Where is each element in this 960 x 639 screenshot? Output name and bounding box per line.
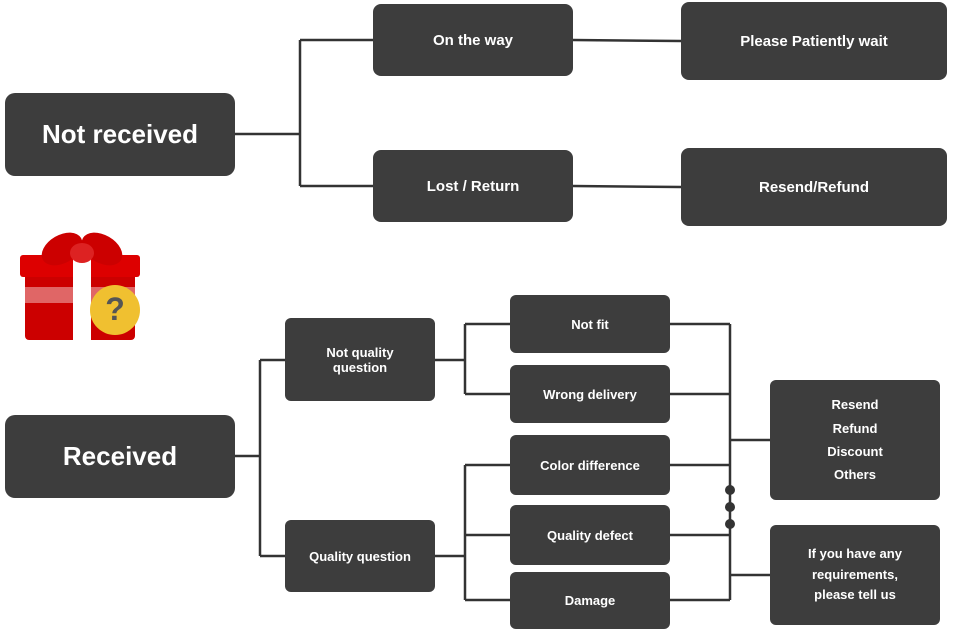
lost-return-box: Lost / Return xyxy=(373,150,573,222)
quality-defect-box: Quality defect xyxy=(510,505,670,565)
not-quality-question-box: Not quality question xyxy=(285,318,435,401)
svg-text:?: ? xyxy=(105,291,125,327)
resend-options-box: Resend Refund Discount Others xyxy=(770,380,940,500)
please-wait-box: Please Patiently wait xyxy=(681,2,947,80)
received-box: Received xyxy=(5,415,235,498)
color-difference-box: Color difference xyxy=(510,435,670,495)
wrong-delivery-box: Wrong delivery xyxy=(510,365,670,423)
on-the-way-box: On the way xyxy=(373,4,573,76)
not-received-box: Not received xyxy=(5,93,235,176)
diagram: ? Not received On the way Please Patient… xyxy=(0,0,960,639)
damage-box: Damage xyxy=(510,572,670,629)
gift-icon: ? xyxy=(10,215,160,345)
requirements-box: If you have any requirements, please tel… xyxy=(770,525,940,625)
resend-refund-top-box: Resend/Refund xyxy=(681,148,947,226)
quality-question-box: Quality question xyxy=(285,520,435,592)
not-fit-box: Not fit xyxy=(510,295,670,353)
